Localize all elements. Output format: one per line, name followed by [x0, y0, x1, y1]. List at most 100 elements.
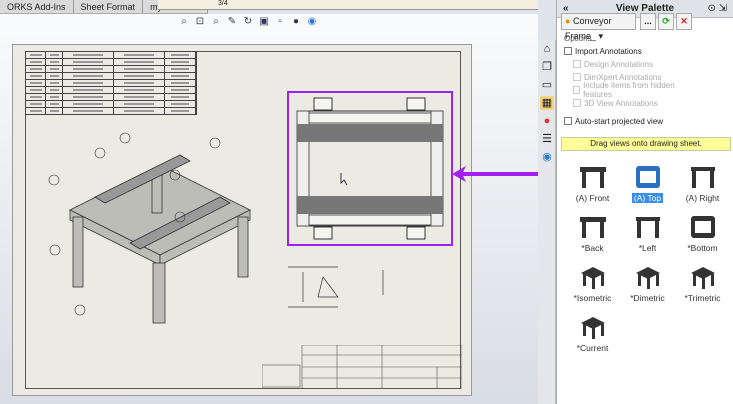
- table-row: [24, 58, 198, 66]
- cell-text: [171, 103, 190, 105]
- cell-text: [49, 75, 60, 77]
- clear-button[interactable]: ✕: [676, 13, 692, 30]
- table-row: [24, 107, 198, 115]
- view-item[interactable]: *Left: [620, 213, 675, 253]
- zoom-area-icon[interactable]: ⊡: [194, 16, 206, 27]
- option-label: Design Annotations: [584, 59, 653, 69]
- part-selector-dropdown[interactable]: ● Conveyor Frame_ ▾: [561, 13, 636, 41]
- option-checkbox[interactable]: Design Annotations: [573, 59, 687, 69]
- view-label: *Left: [638, 243, 657, 253]
- cell-text: [171, 61, 190, 63]
- pan-icon[interactable]: ✎: [226, 16, 238, 27]
- cell-text: [73, 61, 104, 63]
- section-detail-view[interactable]: [283, 262, 393, 312]
- part-icon: ●: [565, 16, 571, 26]
- option-checkbox[interactable]: 3D View Annotations: [573, 98, 687, 108]
- display-style-icon[interactable]: ▣: [258, 16, 270, 27]
- appearances-icon[interactable]: ●: [540, 114, 554, 128]
- isometric-drawing-view[interactable]: [40, 125, 280, 325]
- table-cell: [164, 58, 196, 66]
- scene-icon[interactable]: ◉: [306, 16, 318, 27]
- appearance-icon[interactable]: ●: [290, 16, 302, 27]
- checkbox[interactable]: [573, 73, 581, 81]
- ruler-label: 3/4: [218, 0, 228, 7]
- cell-text: [124, 110, 155, 112]
- checkbox[interactable]: [573, 99, 581, 107]
- view-thumbnail-icon: [690, 267, 715, 289]
- table-cell: [113, 79, 166, 87]
- heads-up-toolbar: ⌕ ⊡ ⌕ ✎ ↻ ▣ ▫ ● ◉: [178, 16, 318, 27]
- view-item[interactable]: *Isometric: [565, 263, 620, 303]
- table-row: [24, 72, 198, 80]
- custom-properties-icon[interactable]: ☰: [540, 132, 554, 146]
- tab-sheet-format[interactable]: Sheet Format: [73, 0, 144, 13]
- table-cell: [24, 100, 47, 108]
- cell-text: [73, 54, 104, 56]
- auto-start-checkbox[interactable]: Auto-start projected view: [564, 116, 687, 126]
- cell-text: [171, 54, 190, 56]
- table-cell: [62, 93, 115, 101]
- table-cell: [194, 107, 198, 115]
- cell-text: [171, 75, 190, 77]
- view-item[interactable]: *Back: [565, 213, 620, 253]
- view-grid: (A) Front (A) Top (A) Right *Back *Left *Bott…: [565, 163, 730, 353]
- tab-addins[interactable]: ORKS Add-Ins: [0, 0, 74, 13]
- table-cell: [45, 93, 64, 101]
- table-cell: [113, 51, 166, 59]
- view-label: *Trimetric: [684, 293, 721, 303]
- cell-text: [49, 68, 60, 70]
- checkbox[interactable]: [564, 47, 572, 55]
- cell-text: [124, 82, 155, 84]
- browse-button[interactable]: ...: [640, 13, 656, 30]
- view-item[interactable]: (A) Top: [620, 163, 675, 203]
- title-block: [262, 345, 462, 389]
- solidworks-forum-icon[interactable]: ◉: [540, 150, 554, 164]
- table-cell: [113, 58, 166, 66]
- cell-text: [73, 110, 104, 112]
- view-item[interactable]: (A) Right: [675, 163, 730, 203]
- file-explorer-icon[interactable]: ▭: [540, 78, 554, 92]
- option-checkbox[interactable]: Include items from hidden features: [573, 81, 687, 99]
- table-cell: [62, 79, 115, 87]
- view-thumbnail-icon: [690, 167, 715, 188]
- table-cell: [62, 72, 115, 80]
- view-item[interactable]: *Current: [565, 313, 620, 353]
- checkbox[interactable]: [573, 60, 581, 68]
- table-row: [24, 79, 198, 87]
- table-cell: [164, 51, 196, 59]
- refresh-button[interactable]: ⟳: [658, 13, 674, 30]
- bill-of-materials-table[interactable]: [24, 51, 198, 115]
- cell-text: [49, 82, 60, 84]
- view-item[interactable]: (A) Front: [565, 163, 620, 203]
- view-item[interactable]: *Bottom: [675, 213, 730, 253]
- table-cell: [24, 72, 47, 80]
- view-item[interactable]: *Trimetric: [675, 263, 730, 303]
- table-cell: [45, 58, 64, 66]
- options-label: Options: [564, 34, 592, 43]
- view-palette-icon[interactable]: ▦: [540, 96, 554, 110]
- view-item[interactable]: *Dimetric: [620, 263, 675, 303]
- pin-icon[interactable]: ⊙ ⇲: [707, 0, 727, 18]
- zoom-in-out-icon[interactable]: ⌕: [210, 16, 222, 27]
- table-cell: [194, 65, 198, 73]
- cell-text: [73, 89, 104, 91]
- table-cell: [113, 93, 166, 101]
- view-label: (A) Right: [685, 193, 720, 203]
- option-checkbox[interactable]: Import Annotations: [564, 46, 687, 56]
- cell-text: [73, 68, 104, 70]
- view-label: (A) Top: [631, 193, 664, 203]
- drag-hint: Drag views onto drawing sheet.: [561, 137, 731, 151]
- cell-text: [29, 75, 42, 77]
- table-cell: [194, 79, 198, 87]
- 3d-parts-icon[interactable]: ❒: [540, 60, 554, 74]
- cell-text: [73, 103, 104, 105]
- hide-show-icon[interactable]: ▫: [274, 16, 286, 27]
- checkbox[interactable]: [573, 86, 581, 94]
- rotate-icon[interactable]: ↻: [242, 16, 254, 27]
- cell-text: [49, 54, 60, 56]
- cell-text: [171, 96, 190, 98]
- zoom-to-fit-icon[interactable]: ⌕: [178, 16, 190, 27]
- home-icon[interactable]: ⌂: [540, 42, 554, 56]
- checkbox[interactable]: [564, 117, 572, 125]
- cell-text: [171, 82, 190, 84]
